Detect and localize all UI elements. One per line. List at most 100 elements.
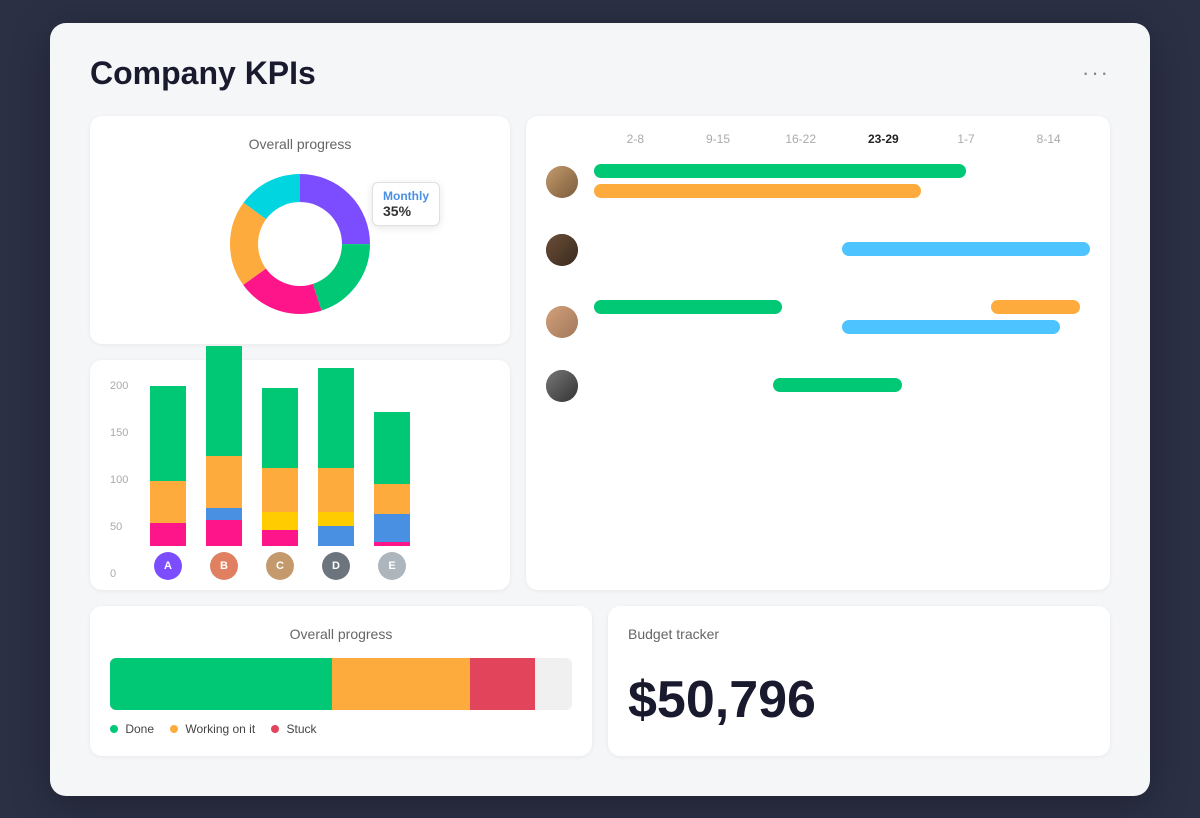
gantt-bars-2 [594,226,1090,274]
y-label-50: 50 [110,521,128,533]
progress-empty [535,658,572,710]
bar-seg [206,520,242,546]
donut-wrapper: Monthly 35% [220,164,380,324]
bar-seg [318,526,354,546]
bar-stack-2 [206,346,242,546]
tooltip-value: 35% [383,203,429,219]
legend-dot-done [110,725,118,733]
bar-stack-1 [150,386,186,546]
legend-dot-working [170,725,178,733]
bar-seg [374,484,410,514]
donut-card: Overall progress [90,116,510,344]
gantt-bar-green-1 [594,164,966,178]
gantt-row-2 [546,226,1090,274]
budget-tracker-card: Budget tracker $50,796 [608,606,1110,756]
y-label-100: 100 [110,474,128,486]
gantt-avatar-3 [546,306,578,338]
more-options-button[interactable]: ··· [1082,60,1110,86]
bar-seg [318,468,354,512]
bar-seg [374,514,410,542]
dashboard-frame: Company KPIs ··· Overall progress [50,23,1150,796]
gantt-bar-orange-1 [594,184,921,198]
donut-svg [220,164,380,324]
avatar-5: E [378,552,406,580]
gantt-bar-blue-2 [842,242,1090,256]
gantt-bar-green-4 [773,378,902,392]
gantt-bar-blue-3 [842,320,1060,334]
gantt-bars-4 [594,370,1090,402]
y-label-0: 0 [110,568,128,580]
bar-group-3: C [262,388,298,580]
avatar-3: C [266,552,294,580]
tooltip-label: Monthly [383,189,429,203]
bar-stack-4 [318,368,354,546]
page-title: Company KPIs [90,55,316,92]
budget-amount: $50,796 [628,670,1090,730]
gantt-avatar-1 [546,166,578,198]
bar-chart-yaxis: 200 150 100 50 0 [110,380,128,580]
bar-stack-3 [262,388,298,546]
legend-done: Done [110,722,154,736]
avatar-1: A [154,552,182,580]
overall-progress-bottom-title: Overall progress [110,626,572,642]
bar-chart-card: 200 150 100 50 0 [90,360,510,590]
bar-seg [262,530,298,546]
legend-stuck: Stuck [271,722,316,736]
page-header: Company KPIs ··· [90,55,1110,92]
bar-seg [374,412,410,484]
gantt-col-2-8: 2-8 [594,132,677,146]
gantt-row-1 [546,158,1090,206]
gantt-avatar-4 [546,370,578,402]
legend-done-label: Done [125,722,154,736]
gantt-col-8-14: 8-14 [1007,132,1090,146]
gantt-bars-1 [594,158,1090,206]
gantt-avatar-2 [546,234,578,266]
bar-seg [318,512,354,526]
gantt-card: 2-8 9-15 16-22 23-29 1-7 8-14 [526,116,1110,590]
gantt-col-1-7: 1-7 [925,132,1008,146]
bar-seg [206,456,242,508]
main-grid: Overall progress [90,116,1110,756]
bar-seg [262,468,298,512]
bar-seg [206,508,242,520]
y-label-150: 150 [110,427,128,439]
bar-seg [374,542,410,546]
gantt-col-16-22: 16-22 [759,132,842,146]
progress-working [332,658,471,710]
avatar-4: D [322,552,350,580]
bar-chart-area: 200 150 100 50 0 [110,380,490,580]
gantt-header: 2-8 9-15 16-22 23-29 1-7 8-14 [594,132,1090,146]
bar-seg [150,481,186,523]
bottom-row: Overall progress Done Working on it [90,606,1110,756]
bar-seg [150,386,186,481]
bar-group-1: A [150,386,186,580]
gantt-row-4 [546,370,1090,402]
bar-seg [150,523,186,541]
bar-seg [262,512,298,530]
bar-stack-5 [374,412,410,546]
overall-progress-bottom-card: Overall progress Done Working on it [90,606,592,756]
donut-card-title: Overall progress [110,136,490,152]
progress-done [110,658,332,710]
y-label-200: 200 [110,380,128,392]
gantt-col-23-29: 23-29 [842,132,925,146]
gantt-bar-green-3 [594,300,782,314]
bar-seg [150,541,186,546]
progress-stuck [470,658,535,710]
legend-working-label: Working on it [185,722,255,736]
legend: Done Working on it Stuck [110,722,572,736]
bar-seg [262,388,298,468]
bar-group-4: D [318,368,354,580]
bar-seg [206,346,242,456]
legend-stuck-label: Stuck [287,722,317,736]
gantt-col-9-15: 9-15 [677,132,760,146]
progress-bar-stacked [110,658,572,710]
avatar-2: B [210,552,238,580]
bar-group-5: E [374,412,410,580]
gantt-row-3 [546,294,1090,350]
budget-tracker-title: Budget tracker [628,626,1090,642]
donut-tooltip: Monthly 35% [372,182,440,226]
legend-dot-stuck [271,725,279,733]
gantt-bars-3 [594,294,1090,350]
donut-container: Monthly 35% [110,164,490,324]
